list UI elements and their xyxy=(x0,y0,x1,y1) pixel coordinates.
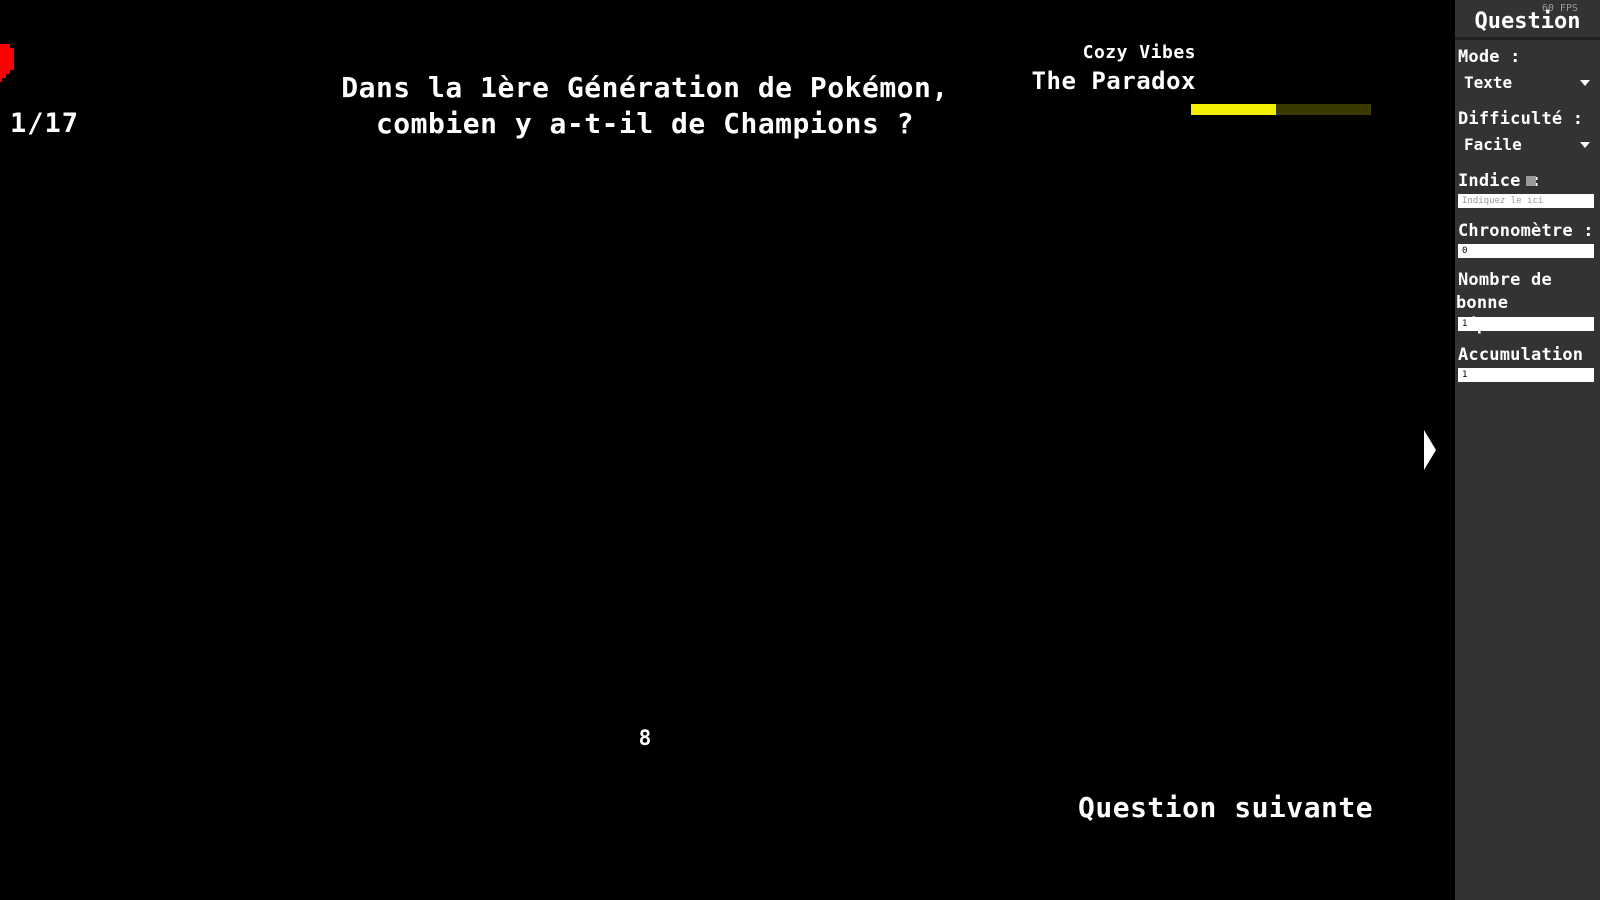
difficulty-select[interactable]: Facile xyxy=(1458,133,1594,157)
mode-select[interactable]: Texte xyxy=(1458,71,1594,95)
panel-title: Question xyxy=(1455,4,1600,40)
panel-toggle-arrow-icon[interactable] xyxy=(1422,430,1438,470)
accumulation-input[interactable] xyxy=(1458,368,1594,382)
correct-answers-input[interactable] xyxy=(1458,317,1594,331)
question-settings-panel: 60 FPS Question Mode : Texte Difficulté … xyxy=(1455,0,1600,900)
timer-label: Chronomètre : xyxy=(1458,221,1594,241)
chevron-down-icon xyxy=(1580,80,1590,86)
question-progress-counter: 1/17 xyxy=(10,108,80,139)
mode-label: Mode : xyxy=(1458,47,1521,67)
correct-answers-label-line1: Nombre de xyxy=(1458,270,1552,290)
music-progress-fill xyxy=(1191,104,1276,115)
difficulty-select-value: Facile xyxy=(1464,135,1522,154)
music-artist: Cozy Vibes xyxy=(1082,42,1196,63)
timer-input[interactable] xyxy=(1458,244,1594,258)
mode-select-value: Texte xyxy=(1464,73,1513,92)
hint-input[interactable] xyxy=(1458,194,1594,208)
music-title: The Paradox xyxy=(1031,67,1196,95)
chevron-down-icon xyxy=(1580,142,1590,148)
heart-icon xyxy=(0,44,14,82)
game-stage: 1/17 Dans la 1ère Génération de Pokémon,… xyxy=(0,0,1455,900)
next-question-button[interactable]: Question suivante xyxy=(1078,791,1373,824)
answer-text: 8 xyxy=(638,726,652,750)
hint-checkbox[interactable] xyxy=(1526,176,1536,186)
music-info: Cozy Vibes The Paradox xyxy=(936,42,1196,95)
music-progress-bar xyxy=(1191,104,1371,115)
question-text: Dans la 1ère Génération de Pokémon, comb… xyxy=(341,71,949,140)
difficulty-label: Difficulté : xyxy=(1458,109,1584,129)
